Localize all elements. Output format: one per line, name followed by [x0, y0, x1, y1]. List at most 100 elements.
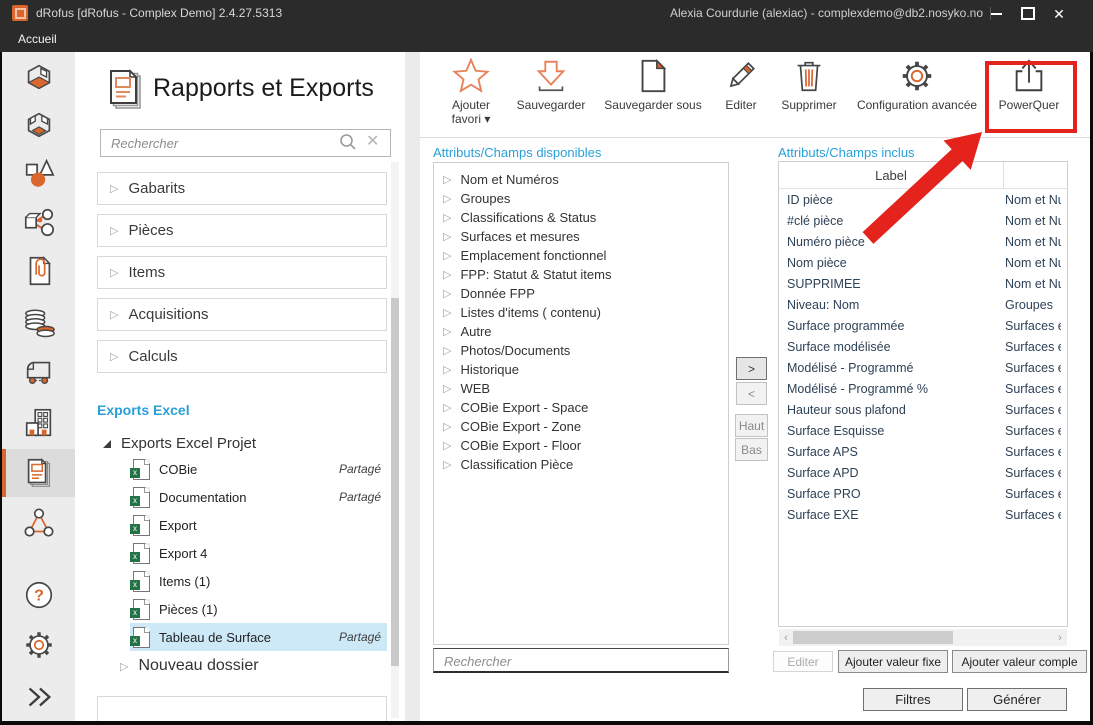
sidebar-item-shapes[interactable]	[2, 149, 75, 197]
expander-icon[interactable]: ▷	[443, 249, 451, 262]
tree-section-calculs[interactable]: ▷Calculs	[97, 340, 387, 373]
included-row[interactable]: Surface modéliséeSurfaces et	[779, 336, 1067, 357]
toolbar-edit-button[interactable]: Editer	[716, 57, 766, 112]
add-complement-value-button[interactable]: Ajouter valeur comple	[952, 650, 1087, 673]
included-row[interactable]: Surface APDSurfaces et	[779, 462, 1067, 483]
expander-icon[interactable]: ▷	[443, 192, 451, 205]
expander-icon[interactable]: ▷	[110, 224, 118, 237]
available-item[interactable]: ▷Listes d'items ( contenu)	[434, 303, 728, 322]
group-column-header[interactable]	[1004, 162, 1067, 188]
export-file-item[interactable]: x Tableau de Surface Partagé	[130, 623, 387, 651]
available-item[interactable]: ▷Classification Pièce	[434, 455, 728, 474]
expander-icon[interactable]: ▷	[443, 268, 451, 281]
included-row[interactable]: Niveau: NomGroupes	[779, 294, 1067, 315]
panel-splitter[interactable]	[405, 52, 420, 721]
included-row[interactable]: Surface EXESurfaces et	[779, 504, 1067, 525]
available-item[interactable]: ▷Photos/Documents	[434, 341, 728, 360]
scroll-right-icon[interactable]: ›	[1053, 632, 1067, 644]
move-down-button[interactable]: Bas	[735, 438, 768, 461]
available-search-input[interactable]	[442, 651, 716, 672]
toolbar-delete-button[interactable]: Supprimer	[776, 57, 842, 112]
new-folder-row[interactable]: ▷Nouveau dossier	[120, 657, 259, 675]
available-item[interactable]: ▷Donnée FPP	[434, 284, 728, 303]
hscrollbar-thumb[interactable]	[793, 631, 953, 644]
included-row[interactable]: Surface PROSurfaces et	[779, 483, 1067, 504]
minimize-button[interactable]	[981, 0, 1011, 27]
sidebar-item-room[interactable]	[2, 53, 75, 101]
expander-icon[interactable]: ▷	[110, 350, 118, 363]
filters-button[interactable]: Filtres	[863, 688, 963, 711]
included-row[interactable]: Modélisé - ProgramméSurfaces et	[779, 357, 1067, 378]
export-file-item[interactable]: x Export	[130, 511, 387, 539]
expander-icon[interactable]: ▷	[443, 458, 451, 471]
expander-icon[interactable]: ▷	[120, 660, 128, 673]
toolbar-powerquery-button[interactable]: PowerQuer	[989, 57, 1069, 112]
available-item[interactable]: ▷COBie Export - Floor	[434, 436, 728, 455]
included-row[interactable]: Numéro pièceNom et Nu	[779, 231, 1067, 252]
expander-icon[interactable]: ▷	[443, 439, 451, 452]
menu-accueil[interactable]: Accueil	[18, 27, 57, 52]
tree-scrollbar-thumb[interactable]	[391, 298, 399, 666]
toolbar-advanced-config-button[interactable]: Configuration avancée	[849, 57, 985, 112]
expander-icon[interactable]: ▷	[443, 211, 451, 224]
expander-icon[interactable]: ▷	[443, 344, 451, 357]
sidebar-item-help[interactable]: ?	[2, 571, 75, 619]
move-right-button[interactable]: >	[736, 357, 767, 380]
export-file-item[interactable]: x Export 4	[130, 539, 387, 567]
expander-icon[interactable]: ▷	[443, 382, 451, 395]
edit-value-button[interactable]: Editer	[773, 651, 833, 672]
clear-search-icon[interactable]: ✕	[366, 131, 379, 151]
sidebar-item-network[interactable]	[2, 499, 75, 547]
sidebar-item-settings[interactable]	[2, 621, 75, 669]
sidebar-expand-button[interactable]	[2, 673, 75, 721]
expander-icon[interactable]: ▷	[443, 420, 451, 433]
maximize-button[interactable]	[1013, 0, 1043, 27]
included-row[interactable]: Modélisé - Programmé %Surfaces et	[779, 378, 1067, 399]
available-item[interactable]: ▷Emplacement fonctionnel	[434, 246, 728, 265]
available-item[interactable]: ▷Groupes	[434, 189, 728, 208]
tree-section-gabarits[interactable]: ▷Gabarits	[97, 172, 387, 205]
move-up-button[interactable]: Haut	[735, 414, 768, 437]
toolbar-add-favorite-button[interactable]: Ajouter favori ▾	[441, 57, 501, 126]
sidebar-item-distribution[interactable]	[2, 199, 75, 247]
sidebar-item-building[interactable]	[2, 399, 75, 447]
included-row[interactable]: Nom pièceNom et Nu	[779, 252, 1067, 273]
sidebar-item-room-alt[interactable]	[2, 101, 75, 149]
sidebar-item-reports[interactable]	[2, 449, 75, 497]
expander-icon[interactable]: ▷	[443, 363, 451, 376]
close-button[interactable]: ✕	[1044, 0, 1074, 27]
tree-section-pieces[interactable]: ▷Pièces	[97, 214, 387, 247]
expander-icon[interactable]: ▷	[443, 230, 451, 243]
expander-icon[interactable]: ▷	[443, 287, 451, 300]
available-item[interactable]: ▷WEB	[434, 379, 728, 398]
expander-icon[interactable]: ▷	[110, 266, 118, 279]
tree-search-input[interactable]	[109, 131, 343, 155]
project-folder-row[interactable]: Exports Excel Projet	[103, 435, 256, 452]
toolbar-save-button[interactable]: Sauvegarder	[508, 57, 594, 112]
included-row[interactable]: Surface programméeSurfaces et	[779, 315, 1067, 336]
sidebar-item-logistics[interactable]	[2, 348, 75, 396]
sidebar-item-finance[interactable]	[2, 298, 75, 346]
export-file-item[interactable]: x Documentation Partagé	[130, 483, 387, 511]
expander-open-icon[interactable]	[103, 440, 111, 448]
sidebar-item-attachments[interactable]	[2, 247, 75, 295]
expander-icon[interactable]: ▷	[443, 325, 451, 338]
included-hscrollbar[interactable]: ‹ ›	[779, 629, 1067, 646]
available-item[interactable]: ▷Nom et Numéros	[434, 170, 728, 189]
tree-section-items[interactable]: ▷Items	[97, 256, 387, 289]
included-row[interactable]: #clé pièceNom et Nu	[779, 210, 1067, 231]
toolbar-save-as-button[interactable]: Sauvegarder sous	[594, 57, 712, 112]
included-row[interactable]: Surface EsquisseSurfaces et	[779, 420, 1067, 441]
available-item[interactable]: ▷FPP: Statut & Statut items	[434, 265, 728, 284]
search-icon[interactable]	[338, 132, 358, 152]
tree-section-partial[interactable]	[97, 696, 387, 723]
included-row[interactable]: Surface APSSurfaces et	[779, 441, 1067, 462]
expander-icon[interactable]: ▷	[443, 173, 451, 186]
export-file-item[interactable]: x Items (1)	[130, 567, 387, 595]
export-file-item[interactable]: x Pièces (1)	[130, 595, 387, 623]
export-file-item[interactable]: x COBie Partagé	[130, 455, 387, 483]
available-item[interactable]: ▷Historique	[434, 360, 728, 379]
available-item[interactable]: ▷COBie Export - Space	[434, 398, 728, 417]
expander-icon[interactable]: ▷	[110, 308, 118, 321]
included-row[interactable]: Hauteur sous plafondSurfaces et	[779, 399, 1067, 420]
